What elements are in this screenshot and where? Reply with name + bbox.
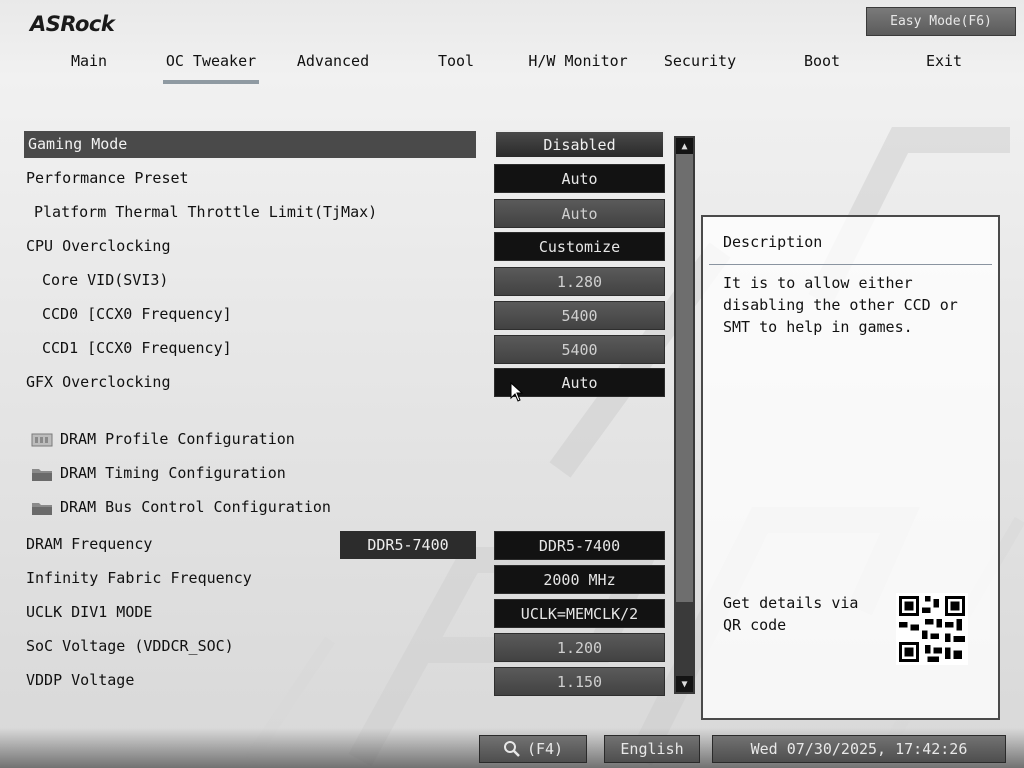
setting-ccd0-frequency[interactable]: CCD0 [CCX0 Frequency] [40,301,492,328]
gaming-mode-value[interactable]: Disabled [494,130,665,159]
tab-security[interactable]: Security [660,52,740,80]
dram-frequency-current: DDR5-7400 [340,531,476,559]
folder-icon [32,469,52,481]
memory-icon [31,433,53,447]
setting-label: Gaming Mode [28,135,128,153]
folder-icon [32,503,52,515]
description-panel: Description It is to allow either disabl… [701,215,1000,720]
tab-boot[interactable]: Boot [798,52,846,80]
main-nav: Main OC Tweaker Advanced Tool H/W Monito… [0,52,1024,84]
setting-infinity-fabric[interactable]: Infinity Fabric Frequency [24,565,476,592]
setting-gfx-overclocking[interactable]: GFX Overclocking [24,369,476,396]
setting-dram-frequency[interactable]: DRAM Frequency [24,531,324,558]
setting-uclk-div1[interactable]: UCLK DIV1 MODE [24,599,476,626]
settings-scrollbar[interactable]: ▲ ▼ [674,136,695,694]
setting-label: Platform Thermal Throttle Limit(TjMax) [34,203,378,221]
setting-ccd1-frequency[interactable]: CCD1 [CCX0 Frequency] [40,335,492,362]
submenu-dram-profile[interactable]: DRAM Profile Configuration [58,426,458,453]
scroll-up-icon[interactable]: ▲ [676,138,693,154]
tab-exit[interactable]: Exit [920,52,968,80]
submenu-label: DRAM Bus Control Configuration [60,498,331,516]
tab-main[interactable]: Main [60,52,118,80]
search-button[interactable]: (F4) [479,735,587,763]
description-title: Description [723,233,823,251]
datetime-display: Wed 07/30/2025, 17:42:26 [712,735,1006,763]
language-button[interactable]: English [604,735,700,763]
setting-label: Core VID(SVI3) [42,271,169,289]
vddp-voltage-value[interactable]: 1.150 [494,667,665,696]
setting-label: Infinity Fabric Frequency [26,569,252,587]
submenu-dram-bus-control[interactable]: DRAM Bus Control Configuration [58,494,458,521]
ccd0-frequency-value[interactable]: 5400 [494,301,665,330]
setting-label: CCD0 [CCX0 Frequency] [42,305,232,323]
setting-label: GFX Overclocking [26,373,171,391]
tab-advanced[interactable]: Advanced [292,52,374,80]
setting-label: Performance Preset [26,169,189,187]
setting-performance-preset[interactable]: Performance Preset [24,165,476,192]
description-divider [709,264,992,265]
setting-label: DRAM Frequency [26,535,153,553]
tab-oc-tweaker[interactable]: OC Tweaker [163,52,259,84]
submenu-label: DRAM Profile Configuration [60,430,295,448]
dram-frequency-value[interactable]: DDR5-7400 [494,531,665,560]
soc-voltage-value[interactable]: 1.200 [494,633,665,662]
qr-code-icon [896,593,968,665]
submenu-label: DRAM Timing Configuration [60,464,286,482]
performance-preset-value[interactable]: Auto [494,164,665,193]
setting-platform-thermal-throttle[interactable]: Platform Thermal Throttle Limit(TjMax) [32,199,484,226]
description-text: It is to allow either disabling the othe… [723,274,958,336]
cpu-overclocking-value[interactable]: Customize [494,232,665,261]
tab-hw-monitor[interactable]: H/W Monitor [526,52,630,80]
qr-caption: Get details via QR code [723,594,859,634]
setting-gaming-mode[interactable]: Gaming Mode [24,131,476,158]
asrock-logo: ASRock [30,12,115,36]
setting-vddp-voltage[interactable]: VDDP Voltage [24,667,476,694]
setting-soc-voltage[interactable]: SoC Voltage (VDDCR_SOC) [24,633,476,660]
setting-label: CPU Overclocking [26,237,171,255]
easy-mode-button[interactable]: Easy Mode(F6) [866,7,1016,36]
scroll-down-icon[interactable]: ▼ [676,676,693,692]
submenu-dram-timing[interactable]: DRAM Timing Configuration [58,460,458,487]
setting-label: UCLK DIV1 MODE [26,603,153,621]
core-vid-value[interactable]: 1.280 [494,267,665,296]
infinity-fabric-value[interactable]: 2000 MHz [494,565,665,594]
search-shortcut-label: (F4) [526,740,564,758]
setting-core-vid[interactable]: Core VID(SVI3) [40,267,492,294]
thermal-throttle-value[interactable]: Auto [494,199,665,228]
mouse-pointer-icon [510,382,524,402]
ccd1-frequency-value[interactable]: 5400 [494,335,665,364]
search-icon [503,741,520,757]
setting-label: SoC Voltage (VDDCR_SOC) [26,637,234,655]
setting-label: VDDP Voltage [26,671,135,689]
uclk-div1-value[interactable]: UCLK=MEMCLK/2 [494,599,665,628]
setting-label: CCD1 [CCX0 Frequency] [42,339,232,357]
tab-tool[interactable]: Tool [432,52,480,80]
setting-cpu-overclocking[interactable]: CPU Overclocking [24,233,476,260]
scrollbar-thumb[interactable] [676,154,693,602]
